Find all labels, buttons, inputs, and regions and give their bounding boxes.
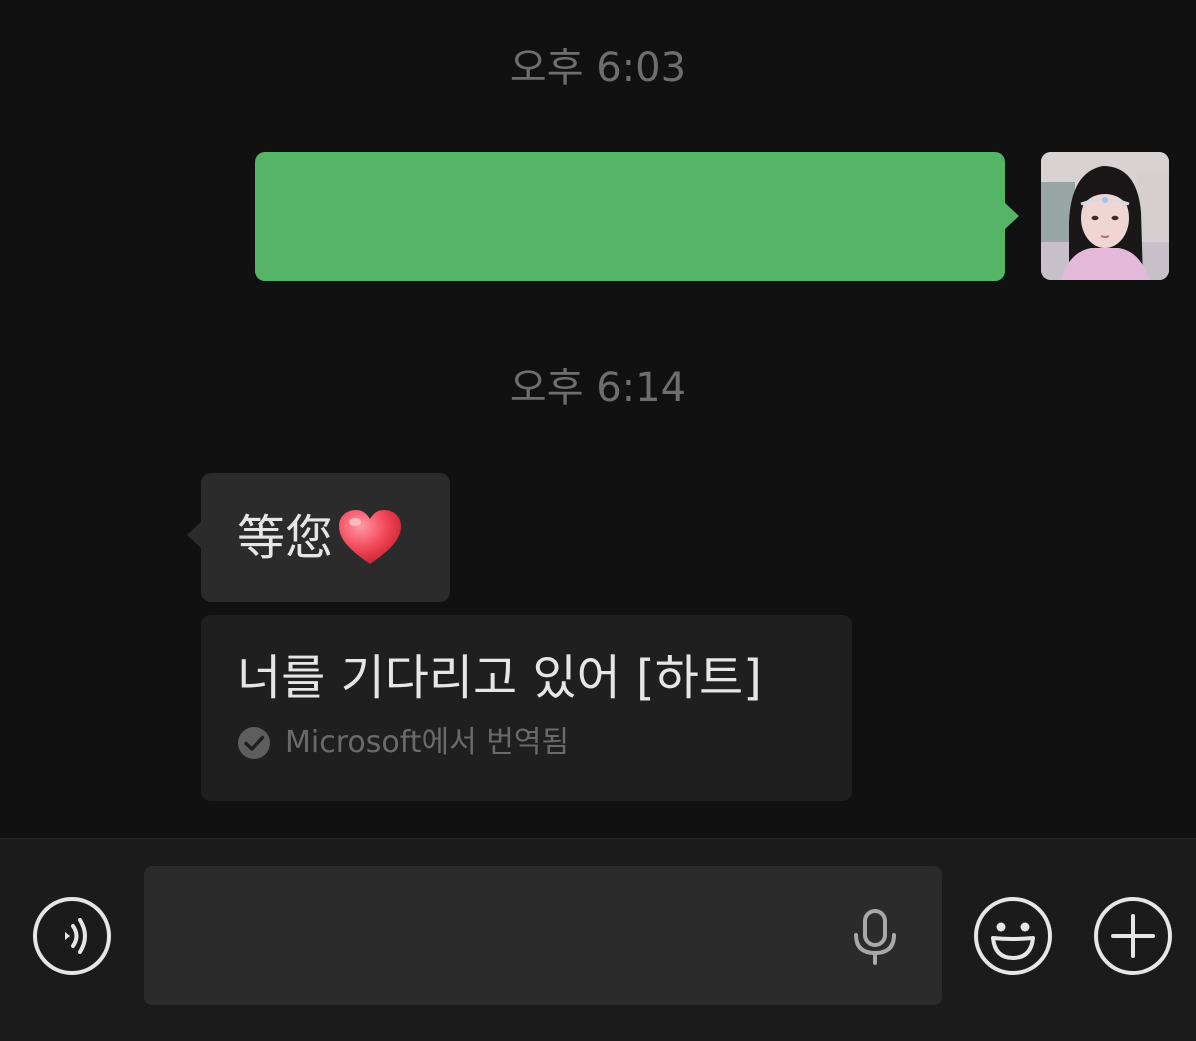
message-input[interactable] <box>144 866 942 1005</box>
translation-text: 너를 기다리고 있어 [하트] <box>237 650 762 706</box>
translation-card[interactable]: 너를 기다리고 있어 [하트] Microsoft에서 번역됨 <box>201 615 852 801</box>
timestamp: 오후 6:03 <box>509 45 687 91</box>
translation-credit-label: Microsoft에서 번역됨 <box>285 725 570 760</box>
incoming-message-bubble[interactable]: 等您 <box>187 473 450 602</box>
input-bar <box>0 838 1196 1041</box>
chat-area[interactable]: 오후 6:03 오후 6:14 等您 너를 기다리고 있어 [하트] Micro… <box>0 0 1196 838</box>
voice-input-icon[interactable] <box>32 896 112 976</box>
translation-credit: Microsoft에서 번역됨 <box>237 723 816 763</box>
incoming-message-text: 等您 <box>237 509 334 566</box>
plus-icon[interactable] <box>1093 896 1173 976</box>
outgoing-message-bubble[interactable] <box>255 152 1019 281</box>
heart-icon <box>339 509 402 564</box>
timestamp: 오후 6:14 <box>509 365 687 411</box>
avatar-image <box>1041 152 1169 280</box>
microphone-icon[interactable] <box>852 909 898 965</box>
emoji-icon[interactable] <box>973 896 1053 976</box>
avatar[interactable] <box>1041 152 1169 280</box>
check-circle-icon <box>238 727 270 759</box>
